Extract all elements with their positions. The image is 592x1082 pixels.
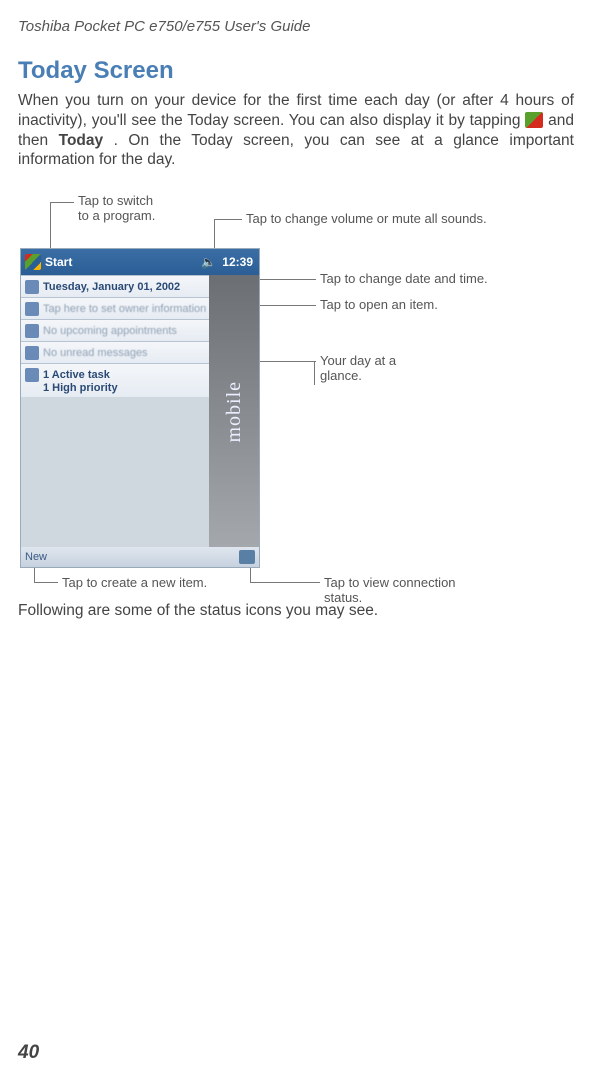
callout-day-glance: Your day at a glance. (320, 354, 396, 384)
section-title: Today Screen (18, 57, 574, 85)
tasks-line2: 1 High priority (43, 382, 118, 394)
callout-line (260, 361, 316, 362)
callout-date-time: Tap to change date and time. (320, 272, 488, 287)
tasks-icon (25, 368, 39, 382)
mobile-strip-text: mobile (223, 381, 246, 443)
connection-icon[interactable] (239, 550, 255, 564)
owner-icon (25, 302, 39, 316)
annotated-diagram: Tap to switch to a program. Tap to chang… (18, 194, 578, 594)
calendar-icon (25, 280, 39, 294)
callout-line (34, 582, 58, 583)
intro-text-1: When you turn on your device for the fir… (18, 92, 574, 129)
start-menu-icon[interactable] (25, 254, 41, 270)
callout-new-item: Tap to create a new item. (62, 576, 207, 591)
callout-line (260, 305, 316, 306)
mobile-strip: mobile (209, 275, 259, 547)
callout-line (314, 361, 315, 385)
page-number: 40 (18, 1042, 39, 1064)
following-paragraph: Following are some of the status icons y… (18, 602, 574, 620)
speaker-icon[interactable]: 🔈 (201, 255, 216, 269)
appointments-icon (25, 324, 39, 338)
callout-connection: Tap to view connection status. (324, 576, 456, 606)
callout-line (250, 582, 320, 583)
clock-label[interactable]: 12:39 (222, 255, 253, 269)
callout-line (50, 202, 74, 203)
callout-line (214, 219, 242, 220)
date-text: Tuesday, January 01, 2002 (43, 281, 180, 293)
messages-icon (25, 346, 39, 360)
intro-paragraph: When you turn on your device for the fir… (18, 91, 574, 170)
tasks-line1: 1 Active task (43, 369, 110, 381)
owner-text: Tap here to set owner information (43, 303, 206, 315)
appointments-text: No upcoming appointments (43, 325, 177, 337)
page-header: Toshiba Pocket PC e750/e755 User's Guide (18, 18, 574, 35)
intro-today-bold: Today (59, 132, 104, 149)
callout-switch-program: Tap to switch to a program. (78, 194, 155, 224)
screenshot-topbar: Start 🔈 12:39 (21, 249, 259, 275)
callout-volume: Tap to change volume or mute all sounds. (246, 212, 487, 227)
start-label[interactable]: Start (45, 255, 72, 269)
callout-line (260, 279, 316, 280)
callout-open-item: Tap to open an item. (320, 298, 438, 313)
new-button[interactable]: New (25, 551, 47, 563)
device-screenshot: Start 🔈 12:39 Tuesday, January 01, 2002 … (20, 248, 260, 568)
messages-text: No unread messages (43, 347, 148, 359)
screenshot-bottombar: New (21, 547, 259, 567)
start-flag-icon (525, 112, 543, 128)
